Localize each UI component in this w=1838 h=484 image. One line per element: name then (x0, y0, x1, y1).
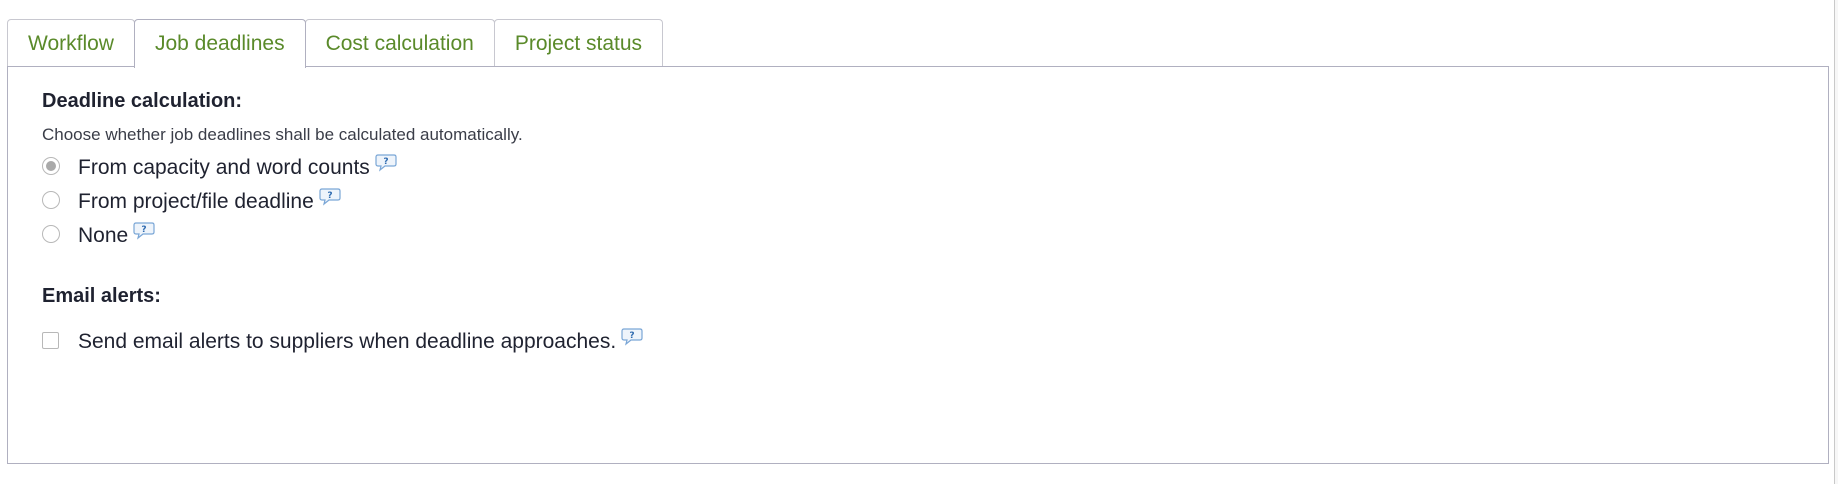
help-bubble-icon[interactable]: ? (319, 187, 341, 207)
email-alerts-option[interactable]: Send email alerts to suppliers when dead… (42, 327, 643, 354)
option-capacity-word-counts[interactable]: From capacity and word counts ? (42, 153, 397, 180)
option-none[interactable]: None ? (42, 221, 155, 248)
option-label: None (78, 224, 129, 247)
tab-job-deadlines[interactable]: Job deadlines (133, 19, 306, 68)
radio-project-file-deadline[interactable] (42, 191, 60, 209)
tab-cost-calculation[interactable]: Cost calculation (304, 19, 495, 67)
svg-text:?: ? (630, 331, 635, 341)
option-label: From capacity and word counts (78, 156, 370, 179)
svg-text:?: ? (383, 157, 388, 167)
radio-capacity-word-counts[interactable] (42, 157, 60, 175)
radio-none[interactable] (42, 225, 60, 243)
help-bubble-icon[interactable]: ? (375, 153, 397, 173)
deadline-calculation-heading: Deadline calculation: (42, 90, 243, 112)
email-alerts-heading: Email alerts: (42, 285, 161, 307)
tab-project-status[interactable]: Project status (493, 19, 664, 67)
help-bubble-icon[interactable]: ? (133, 221, 155, 241)
svg-text:?: ? (142, 225, 147, 235)
checkbox-label: Send email alerts to suppliers when dead… (78, 330, 617, 353)
tab-panel-job-deadlines: Deadline calculation: Choose whether job… (7, 66, 1829, 464)
tab-bar: Workflow Job deadlines Cost calculation … (7, 19, 664, 68)
option-project-file-deadline[interactable]: From project/file deadline ? (42, 187, 341, 214)
page: Workflow Job deadlines Cost calculation … (0, 0, 1838, 484)
email-alerts-checkbox[interactable] (42, 331, 59, 349)
option-label: From project/file deadline (78, 190, 314, 213)
svg-text:?: ? (327, 191, 332, 201)
tab-workflow[interactable]: Workflow (7, 19, 135, 67)
deadline-calculation-description: Choose whether job deadlines shall be ca… (42, 125, 523, 144)
scrollbar-edge[interactable] (1834, 0, 1838, 484)
help-bubble-icon[interactable]: ? (621, 327, 643, 347)
